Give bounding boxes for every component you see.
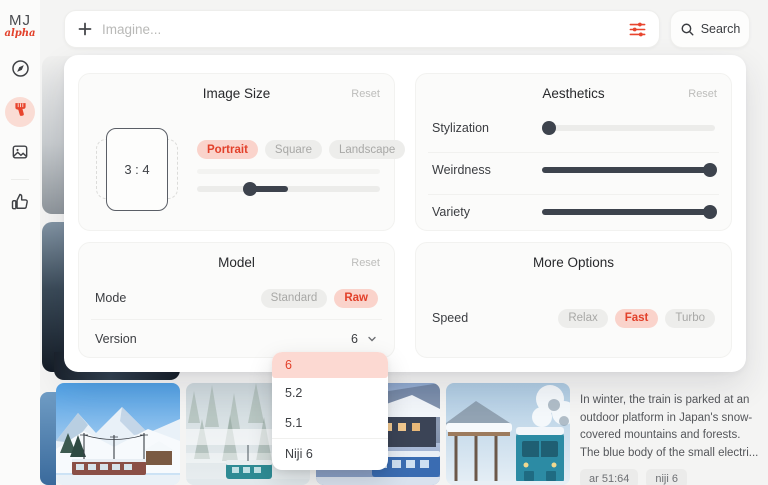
aesthetics-card: Aesthetics Reset Stylization Weirdness V… bbox=[415, 73, 732, 231]
image-icon bbox=[10, 142, 30, 167]
aspect-option-portrait[interactable]: Portrait bbox=[197, 140, 258, 159]
imagine-input[interactable] bbox=[102, 21, 628, 37]
plus-icon[interactable] bbox=[77, 21, 93, 37]
sidebar-item-archive[interactable] bbox=[7, 141, 33, 167]
stylization-slider[interactable] bbox=[541, 121, 715, 135]
aspect-options: Portrait Square Landscape bbox=[197, 140, 406, 159]
filters-icon[interactable] bbox=[628, 20, 647, 39]
sidebar-item-explore[interactable] bbox=[7, 58, 33, 84]
version-option-5-1[interactable]: 5.1 bbox=[272, 408, 388, 438]
aspect-track-guide bbox=[197, 169, 380, 174]
speed-options: Relax Fast Turbo bbox=[558, 308, 715, 328]
sidebar: MJ alpha bbox=[0, 0, 40, 485]
mj-logo[interactable]: MJ alpha bbox=[4, 13, 35, 39]
gallery-image-1[interactable] bbox=[56, 383, 180, 485]
version-value: 6 bbox=[351, 332, 358, 346]
mode-label: Mode bbox=[95, 291, 127, 305]
version-option-6[interactable]: 6 bbox=[272, 352, 388, 378]
slider-fill bbox=[542, 167, 710, 173]
sidebar-item-rate[interactable] bbox=[7, 191, 33, 217]
sidebar-item-create[interactable] bbox=[5, 97, 35, 127]
mode-row: Mode Standard Raw bbox=[95, 280, 378, 316]
speed-option-turbo[interactable]: Turbo bbox=[665, 308, 715, 328]
caption-line: covered mountains and forests. bbox=[580, 429, 741, 441]
variety-row: Variety bbox=[432, 192, 717, 232]
weirdness-row: Weirdness bbox=[432, 150, 717, 190]
prompt-caption[interactable]: In winter, the train is parked at an out… bbox=[580, 392, 760, 485]
aspect-ratio-value: 3 : 4 bbox=[124, 162, 150, 177]
mode-option-standard[interactable]: Standard bbox=[260, 288, 328, 308]
logo-text-mj: MJ bbox=[9, 12, 31, 29]
version-option-5-2[interactable]: 5.2 bbox=[272, 378, 388, 408]
stylization-label: Stylization bbox=[432, 121, 489, 135]
aspect-option-square[interactable]: Square bbox=[264, 140, 322, 159]
sidebar-divider bbox=[11, 179, 29, 180]
search-button[interactable]: Search bbox=[670, 10, 750, 48]
stylization-row: Stylization bbox=[432, 108, 715, 148]
variety-label: Variety bbox=[432, 205, 470, 219]
variety-slider[interactable] bbox=[542, 205, 717, 219]
slider-handle[interactable] bbox=[541, 121, 556, 135]
caption-line: In winter, the train is parked at an bbox=[580, 394, 750, 406]
aspect-option-landscape[interactable]: Landscape bbox=[329, 140, 406, 159]
chevron-down-icon bbox=[366, 333, 378, 345]
background-image-bottom bbox=[40, 392, 56, 485]
slider-fill bbox=[542, 209, 710, 215]
more-options-title: More Options bbox=[532, 255, 615, 270]
mode-option-raw[interactable]: Raw bbox=[334, 288, 378, 308]
weirdness-label: Weirdness bbox=[432, 163, 491, 177]
aspect-ratio-badge[interactable]: ar 51:64 bbox=[580, 469, 639, 485]
paintbrush-icon bbox=[12, 101, 29, 123]
speed-option-relax[interactable]: Relax bbox=[558, 308, 608, 328]
thumbs-up-icon bbox=[10, 192, 30, 217]
logo-text-alpha: alpha bbox=[4, 28, 36, 39]
version-option-niji-6[interactable]: Niji 6 bbox=[272, 439, 388, 469]
speed-label: Speed bbox=[432, 311, 469, 325]
weirdness-slider[interactable] bbox=[542, 163, 717, 177]
slider-handle[interactable] bbox=[243, 182, 258, 196]
aspect-ratio-preview: 3 : 4 bbox=[106, 128, 168, 211]
aesthetics-title: Aesthetics bbox=[542, 86, 605, 101]
model-reset-button[interactable]: Reset bbox=[351, 257, 380, 269]
aspect-ratio-slider[interactable] bbox=[197, 182, 380, 196]
image-size-reset-button[interactable]: Reset bbox=[351, 88, 380, 100]
image-size-card: Image Size Reset 3 : 4 Portrait Square L… bbox=[78, 73, 406, 231]
caption-line: The blue body of the small electri... bbox=[580, 446, 759, 459]
model-title: Model bbox=[218, 255, 255, 270]
speed-option-fast[interactable]: Fast bbox=[614, 308, 659, 328]
row-divider bbox=[91, 319, 382, 320]
model-card: Model Reset Mode Standard Raw Version 6 bbox=[78, 242, 395, 358]
settings-panel: Image Size Reset 3 : 4 Portrait Square L… bbox=[64, 55, 746, 372]
version-select[interactable]: 6 bbox=[351, 332, 378, 346]
version-label: Version bbox=[95, 332, 137, 346]
model-badge[interactable]: niji 6 bbox=[646, 469, 687, 485]
compass-icon bbox=[10, 58, 31, 84]
mode-options: Standard Raw bbox=[260, 288, 378, 308]
version-dropdown: 6 5.2 5.1 Niji 6 bbox=[272, 352, 388, 470]
search-icon bbox=[680, 22, 695, 37]
slider-track[interactable] bbox=[542, 125, 715, 131]
gallery-image-4[interactable] bbox=[446, 383, 570, 485]
search-button-label: Search bbox=[700, 22, 741, 36]
imagine-bar[interactable] bbox=[64, 10, 660, 48]
slider-handle[interactable] bbox=[702, 205, 717, 219]
speed-row: Speed Relax Fast Turbo bbox=[432, 300, 715, 336]
parameter-badges: ar 51:64 niji 6 bbox=[580, 469, 760, 485]
slider-handle[interactable] bbox=[702, 163, 717, 177]
slider-track[interactable] bbox=[197, 186, 380, 192]
image-size-title: Image Size bbox=[202, 86, 271, 101]
more-options-card: More Options Speed Relax Fast Turbo bbox=[415, 242, 732, 358]
aesthetics-reset-button[interactable]: Reset bbox=[688, 88, 717, 100]
caption-line: outdoor platform in Japan's snow- bbox=[580, 411, 753, 424]
